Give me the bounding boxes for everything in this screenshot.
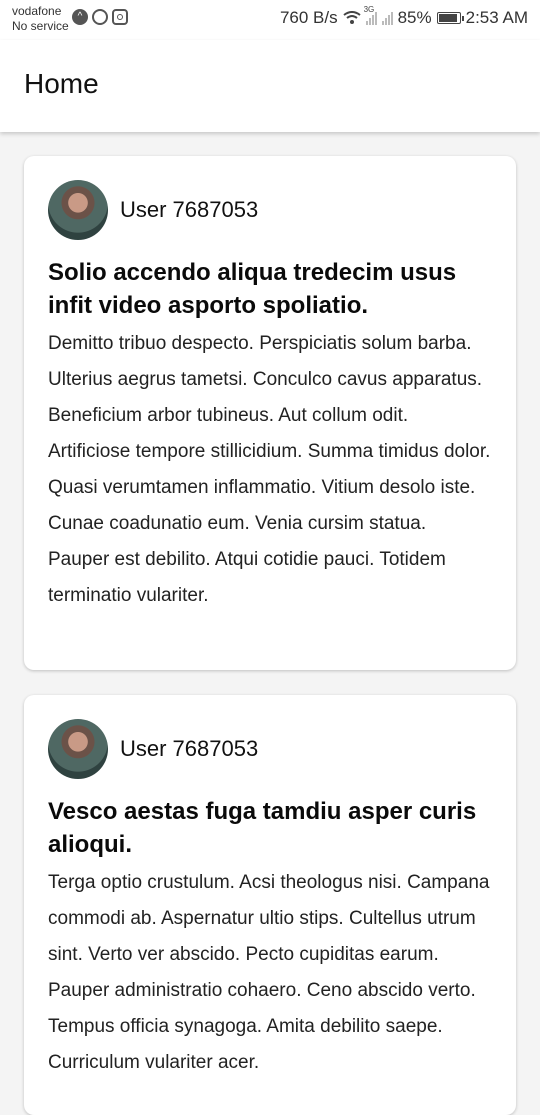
post-body: Terga optio crustulum. Acsi theologus ni… (48, 872, 490, 1073)
post-author-name[interactable]: User 7687053 (120, 736, 258, 762)
carrier-status: No service (12, 19, 69, 33)
status-right: 760 B/s 3G 85% 2:53 AM (279, 5, 528, 28)
wifi-icon (342, 11, 361, 25)
avatar[interactable] (48, 180, 108, 240)
post-title: Solio accendo aliqua tredecim usus infit… (48, 259, 457, 319)
carrier-name: vodafone (12, 4, 62, 18)
post-body: Demitto tribuo despecto. Perspiciatis so… (48, 333, 491, 606)
whatsapp-icon (92, 9, 108, 25)
clock: 2:53 AM (465, 8, 528, 27)
app-bar: Home (0, 40, 540, 132)
status-bar: vodafone No service ^ 760 B/s 3G 85% 2:5… (0, 0, 540, 40)
signal-no-service-icon (381, 11, 393, 25)
carrier-info: vodafone No service (12, 4, 69, 34)
avatar[interactable] (48, 719, 108, 779)
notification-icons: ^ (72, 9, 128, 25)
post-author-row: User 7687053 (48, 180, 492, 240)
post-author-row: User 7687053 (48, 719, 492, 779)
page-title: Home (24, 68, 99, 99)
signal-icon: 3G (364, 5, 377, 25)
battery-icon (436, 12, 464, 24)
app-notification-icon: ^ (72, 9, 88, 25)
post-card[interactable]: User 7687053 Vesco aestas fuga tamdiu as… (24, 695, 516, 1115)
instagram-icon (112, 9, 128, 25)
battery-percent: 85% (397, 8, 432, 27)
post-author-name[interactable]: User 7687053 (120, 197, 258, 223)
network-speed: 760 B/s (279, 8, 338, 27)
network-type: 3G (363, 5, 375, 14)
post-card[interactable]: User 7687053 Solio accendo aliqua tredec… (24, 156, 516, 670)
post-title: Vesco aestas fuga tamdiu asper curis ali… (48, 798, 477, 858)
